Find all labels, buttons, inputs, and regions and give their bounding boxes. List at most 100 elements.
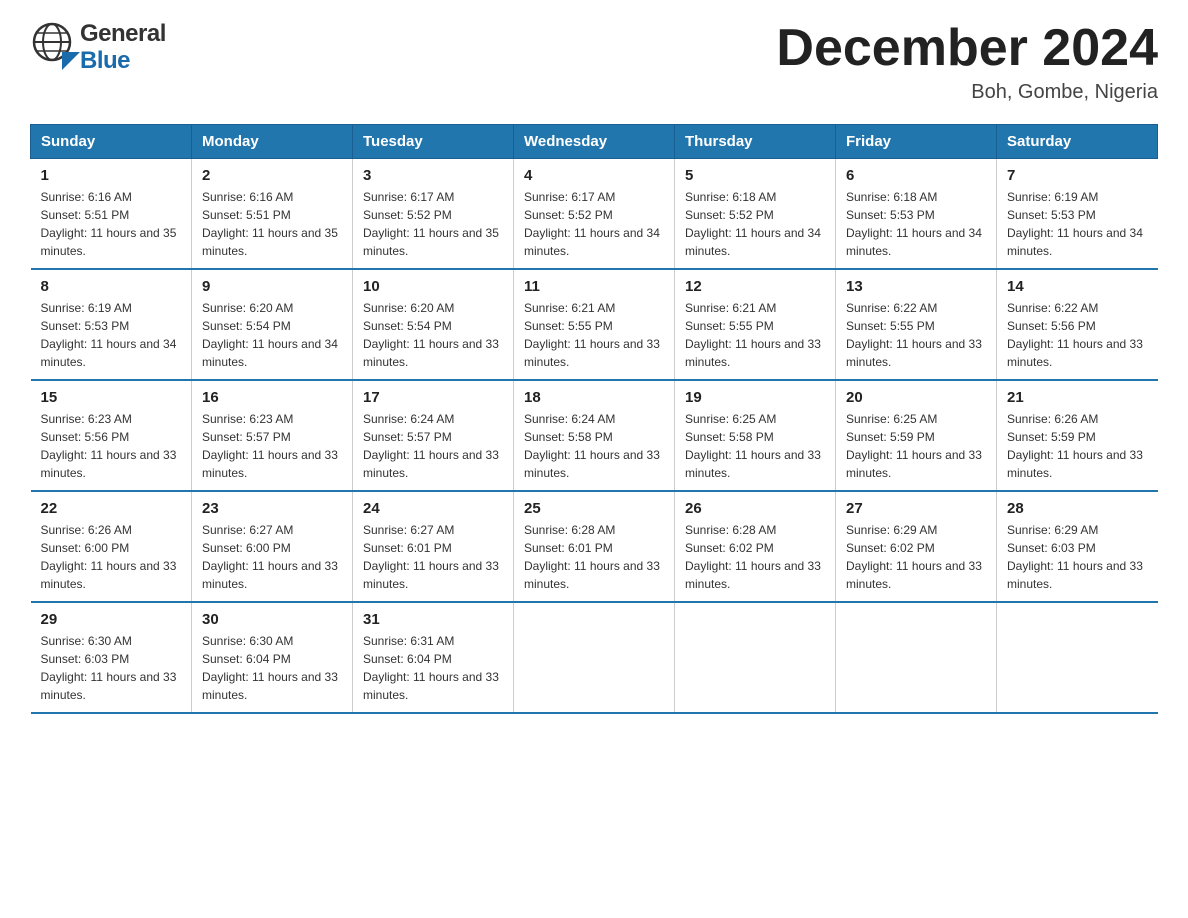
day-info: Sunrise: 6:18 AM Sunset: 5:52 PM Dayligh… xyxy=(685,188,825,260)
daylight-text: Daylight: 11 hours and 33 minutes. xyxy=(363,335,503,371)
day-number: 3 xyxy=(363,167,503,184)
daylight-text: Daylight: 11 hours and 33 minutes. xyxy=(41,446,182,482)
day-info: Sunrise: 6:23 AM Sunset: 5:56 PM Dayligh… xyxy=(41,410,182,482)
calendar-body: 1 Sunrise: 6:16 AM Sunset: 5:51 PM Dayli… xyxy=(31,159,1158,714)
daylight-text: Daylight: 11 hours and 35 minutes. xyxy=(41,224,182,260)
day-info: Sunrise: 6:25 AM Sunset: 5:59 PM Dayligh… xyxy=(846,410,986,482)
calendar-cell: 28 Sunrise: 6:29 AM Sunset: 6:03 PM Dayl… xyxy=(997,491,1158,602)
daylight-text: Daylight: 11 hours and 33 minutes. xyxy=(846,335,986,371)
sunrise-text: Sunrise: 6:26 AM xyxy=(41,521,182,539)
sunrise-text: Sunrise: 6:17 AM xyxy=(363,188,503,206)
sunrise-text: Sunrise: 6:27 AM xyxy=(363,521,503,539)
day-info: Sunrise: 6:28 AM Sunset: 6:02 PM Dayligh… xyxy=(685,521,825,593)
sunrise-text: Sunrise: 6:29 AM xyxy=(1007,521,1148,539)
calendar-cell xyxy=(997,602,1158,713)
calendar-cell: 23 Sunrise: 6:27 AM Sunset: 6:00 PM Dayl… xyxy=(192,491,353,602)
day-number: 18 xyxy=(524,389,664,406)
calendar-cell: 30 Sunrise: 6:30 AM Sunset: 6:04 PM Dayl… xyxy=(192,602,353,713)
sunrise-text: Sunrise: 6:19 AM xyxy=(41,299,182,317)
logo-icon xyxy=(30,20,80,75)
daylight-text: Daylight: 11 hours and 33 minutes. xyxy=(524,557,664,593)
day-info: Sunrise: 6:26 AM Sunset: 5:59 PM Dayligh… xyxy=(1007,410,1148,482)
daylight-text: Daylight: 11 hours and 33 minutes. xyxy=(41,668,182,704)
day-info: Sunrise: 6:20 AM Sunset: 5:54 PM Dayligh… xyxy=(363,299,503,371)
day-number: 9 xyxy=(202,278,342,295)
day-info: Sunrise: 6:17 AM Sunset: 5:52 PM Dayligh… xyxy=(524,188,664,260)
day-number: 31 xyxy=(363,611,503,628)
day-number: 20 xyxy=(846,389,986,406)
day-info: Sunrise: 6:26 AM Sunset: 6:00 PM Dayligh… xyxy=(41,521,182,593)
sunrise-text: Sunrise: 6:22 AM xyxy=(846,299,986,317)
sunset-text: Sunset: 5:52 PM xyxy=(524,206,664,224)
sunset-text: Sunset: 5:55 PM xyxy=(685,317,825,335)
day-info: Sunrise: 6:27 AM Sunset: 6:00 PM Dayligh… xyxy=(202,521,342,593)
sunrise-text: Sunrise: 6:31 AM xyxy=(363,632,503,650)
daylight-text: Daylight: 11 hours and 33 minutes. xyxy=(685,446,825,482)
day-number: 13 xyxy=(846,278,986,295)
calendar-cell: 20 Sunrise: 6:25 AM Sunset: 5:59 PM Dayl… xyxy=(836,380,997,491)
day-info: Sunrise: 6:27 AM Sunset: 6:01 PM Dayligh… xyxy=(363,521,503,593)
day-info: Sunrise: 6:30 AM Sunset: 6:04 PM Dayligh… xyxy=(202,632,342,704)
sunrise-text: Sunrise: 6:20 AM xyxy=(363,299,503,317)
daylight-text: Daylight: 11 hours and 33 minutes. xyxy=(363,446,503,482)
daylight-text: Daylight: 11 hours and 35 minutes. xyxy=(363,224,503,260)
calendar-cell: 5 Sunrise: 6:18 AM Sunset: 5:52 PM Dayli… xyxy=(675,159,836,270)
sunrise-text: Sunrise: 6:23 AM xyxy=(41,410,182,428)
daylight-text: Daylight: 11 hours and 33 minutes. xyxy=(685,557,825,593)
day-info: Sunrise: 6:22 AM Sunset: 5:56 PM Dayligh… xyxy=(1007,299,1148,371)
sunrise-text: Sunrise: 6:17 AM xyxy=(524,188,664,206)
day-number: 7 xyxy=(1007,167,1148,184)
day-number: 6 xyxy=(846,167,986,184)
calendar-cell xyxy=(836,602,997,713)
day-number: 5 xyxy=(685,167,825,184)
sunrise-text: Sunrise: 6:28 AM xyxy=(524,521,664,539)
day-number: 29 xyxy=(41,611,182,628)
calendar-week-3: 15 Sunrise: 6:23 AM Sunset: 5:56 PM Dayl… xyxy=(31,380,1158,491)
logo-general-text: General xyxy=(80,21,166,47)
sunset-text: Sunset: 5:53 PM xyxy=(41,317,182,335)
day-info: Sunrise: 6:16 AM Sunset: 5:51 PM Dayligh… xyxy=(41,188,182,260)
daylight-text: Daylight: 11 hours and 33 minutes. xyxy=(363,557,503,593)
sunset-text: Sunset: 6:00 PM xyxy=(41,539,182,557)
calendar-cell: 19 Sunrise: 6:25 AM Sunset: 5:58 PM Dayl… xyxy=(675,380,836,491)
day-number: 27 xyxy=(846,500,986,517)
day-number: 10 xyxy=(363,278,503,295)
sunset-text: Sunset: 5:59 PM xyxy=(1007,428,1148,446)
day-number: 23 xyxy=(202,500,342,517)
day-number: 19 xyxy=(685,389,825,406)
day-number: 24 xyxy=(363,500,503,517)
calendar-cell: 15 Sunrise: 6:23 AM Sunset: 5:56 PM Dayl… xyxy=(31,380,192,491)
sunrise-text: Sunrise: 6:24 AM xyxy=(524,410,664,428)
sunset-text: Sunset: 6:03 PM xyxy=(1007,539,1148,557)
sunset-text: Sunset: 5:54 PM xyxy=(363,317,503,335)
sunset-text: Sunset: 6:02 PM xyxy=(846,539,986,557)
logo-blue-text: Blue xyxy=(80,48,166,74)
day-info: Sunrise: 6:21 AM Sunset: 5:55 PM Dayligh… xyxy=(685,299,825,371)
daylight-text: Daylight: 11 hours and 33 minutes. xyxy=(202,557,342,593)
page-header: General Blue December 2024 Boh, Gombe, N… xyxy=(30,20,1158,104)
sunset-text: Sunset: 5:56 PM xyxy=(1007,317,1148,335)
day-info: Sunrise: 6:28 AM Sunset: 6:01 PM Dayligh… xyxy=(524,521,664,593)
day-info: Sunrise: 6:19 AM Sunset: 5:53 PM Dayligh… xyxy=(41,299,182,371)
daylight-text: Daylight: 11 hours and 33 minutes. xyxy=(1007,557,1148,593)
sunset-text: Sunset: 5:54 PM xyxy=(202,317,342,335)
daylight-text: Daylight: 11 hours and 34 minutes. xyxy=(524,224,664,260)
sunrise-text: Sunrise: 6:16 AM xyxy=(202,188,342,206)
sunrise-text: Sunrise: 6:23 AM xyxy=(202,410,342,428)
day-info: Sunrise: 6:16 AM Sunset: 5:51 PM Dayligh… xyxy=(202,188,342,260)
calendar-week-1: 1 Sunrise: 6:16 AM Sunset: 5:51 PM Dayli… xyxy=(31,159,1158,270)
sunrise-text: Sunrise: 6:20 AM xyxy=(202,299,342,317)
calendar-cell: 16 Sunrise: 6:23 AM Sunset: 5:57 PM Dayl… xyxy=(192,380,353,491)
day-number: 2 xyxy=(202,167,342,184)
sunset-text: Sunset: 6:02 PM xyxy=(685,539,825,557)
day-info: Sunrise: 6:25 AM Sunset: 5:58 PM Dayligh… xyxy=(685,410,825,482)
day-number: 15 xyxy=(41,389,182,406)
calendar-cell: 17 Sunrise: 6:24 AM Sunset: 5:57 PM Dayl… xyxy=(353,380,514,491)
sunrise-text: Sunrise: 6:22 AM xyxy=(1007,299,1148,317)
daylight-text: Daylight: 11 hours and 33 minutes. xyxy=(846,557,986,593)
day-number: 30 xyxy=(202,611,342,628)
daylight-text: Daylight: 11 hours and 33 minutes. xyxy=(202,668,342,704)
sunset-text: Sunset: 5:59 PM xyxy=(846,428,986,446)
title-block: December 2024 Boh, Gombe, Nigeria xyxy=(776,20,1158,104)
day-info: Sunrise: 6:29 AM Sunset: 6:02 PM Dayligh… xyxy=(846,521,986,593)
